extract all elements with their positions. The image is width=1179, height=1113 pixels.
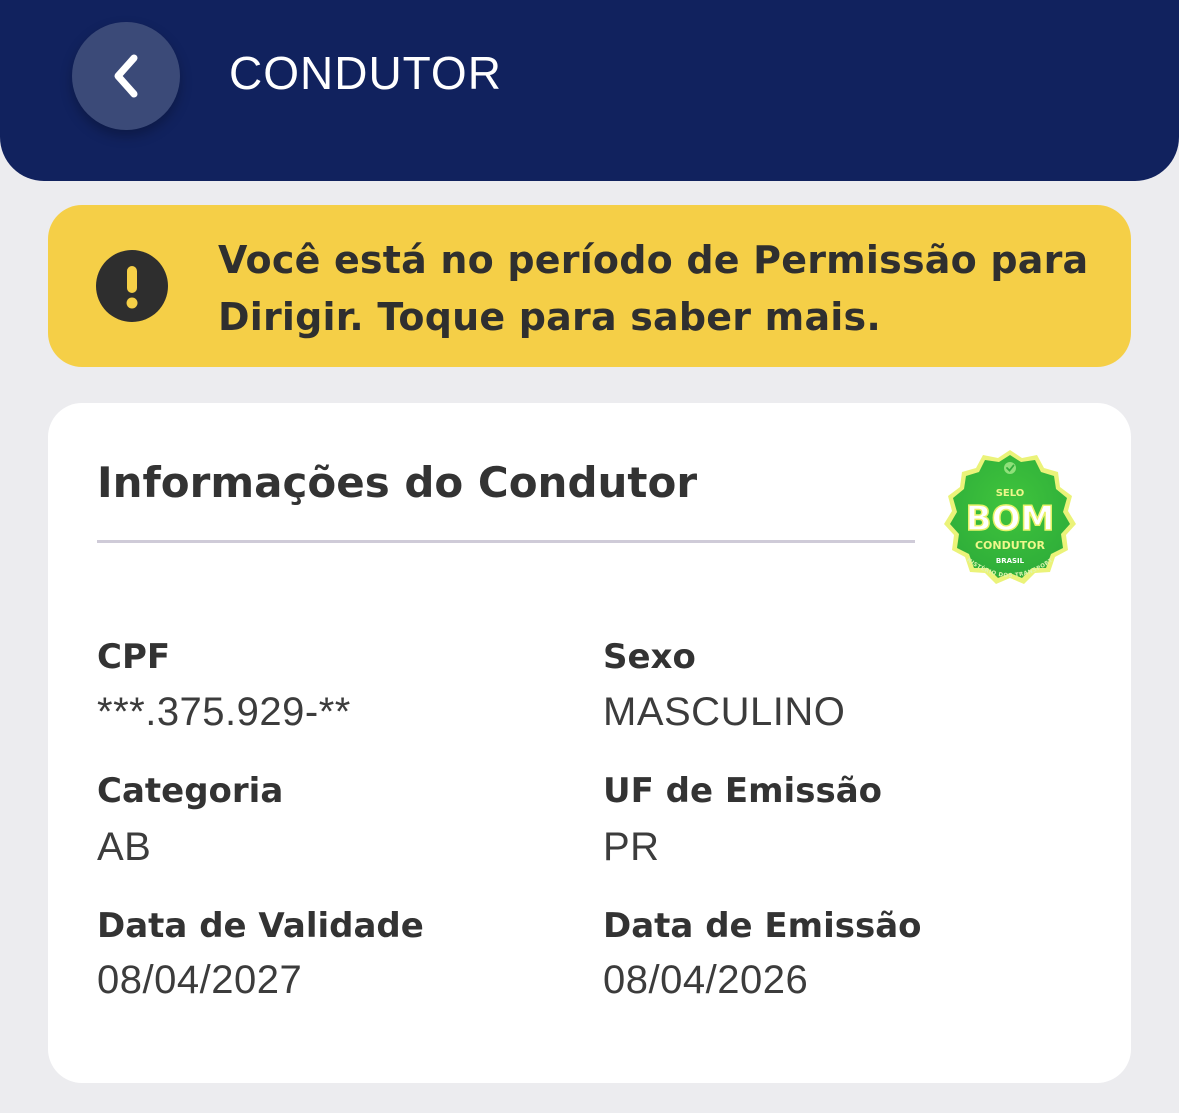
alert-line-1: Você está no período de Permissão para — [218, 238, 1089, 282]
data-validade-label: Data de Validade — [97, 906, 424, 946]
page-title: CONDUTOR — [229, 47, 502, 99]
chevron-left-icon — [114, 54, 138, 98]
cpf-label: CPF — [97, 637, 171, 677]
seal-brand-text: BRASIL — [996, 557, 1025, 565]
alert-line-2: Dirigir. Toque para saber mais. — [218, 295, 881, 339]
exclamation-icon — [96, 250, 168, 322]
app-header: CONDUTOR — [0, 0, 1179, 181]
seal-sub-text: CONDUTOR — [975, 539, 1046, 552]
card-title: Informações do Condutor — [97, 458, 698, 507]
cpf-value: ***.375.929-** — [97, 690, 351, 734]
data-emissao-value: 08/04/2026 — [603, 958, 809, 1002]
categoria-label: Categoria — [97, 771, 284, 811]
uf-emissao-label: UF de Emissão — [603, 771, 882, 811]
categoria-value: AB — [97, 825, 152, 869]
divider — [97, 540, 915, 543]
sexo-value: MASCULINO — [603, 690, 846, 734]
data-validade-value: 08/04/2027 — [97, 958, 303, 1002]
data-emissao-label: Data de Emissão — [603, 906, 922, 946]
back-button[interactable] — [72, 22, 180, 130]
alert-message[interactable]: Você está no período de Permissão para D… — [218, 232, 1098, 346]
bom-condutor-seal-icon: SELO BOM CONDUTOR BRASIL MINISTÉRIO DOS … — [936, 448, 1076, 584]
seal-top-text: SELO — [996, 488, 1025, 499]
uf-emissao-value: PR — [603, 825, 660, 869]
sexo-label: Sexo — [603, 637, 696, 677]
seal-main-text: BOM — [966, 499, 1055, 539]
